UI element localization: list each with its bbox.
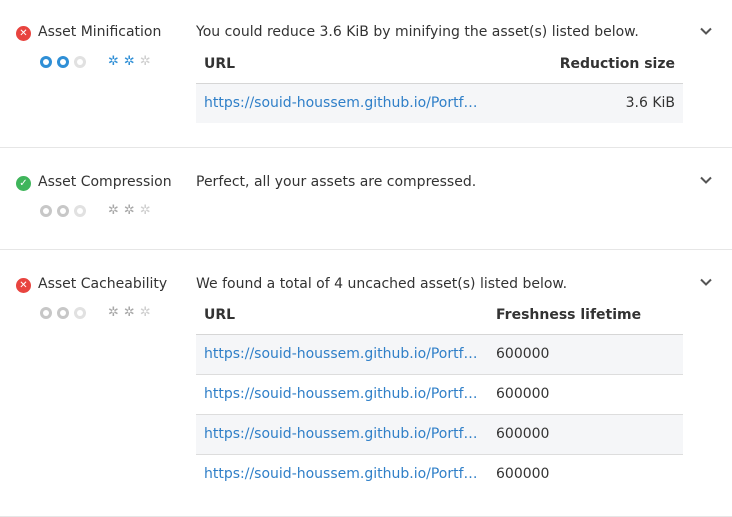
asset-url-link[interactable]: https://souid-houssem.github.io/Portfol.… xyxy=(204,426,480,442)
gear-icon: ✲ xyxy=(139,54,151,69)
audit-asset-compression: ✓ Asset Compression ✲ ✲ ✲ Perfect, all y… xyxy=(0,148,732,250)
audit-title: Asset Cacheability xyxy=(38,276,168,292)
audit-metrics: ✲ ✲ ✲ xyxy=(40,54,156,69)
x-circle-icon: ✕ xyxy=(16,26,31,41)
audit-title: Asset Compression xyxy=(38,174,172,190)
target-icon xyxy=(40,56,52,68)
target-icon xyxy=(40,205,52,217)
audit-asset-minification: ✕ Asset Minification ✲ ✲ ✲ You could red… xyxy=(0,0,732,148)
table-row: https://souid-houssem.github.io/Portfol.… xyxy=(196,334,683,375)
column-header-url: URL xyxy=(196,45,488,84)
table-row: https://souid-houssem.github.io/Portfol.… xyxy=(196,454,683,494)
chevron-down-icon[interactable] xyxy=(698,23,714,39)
target-icon xyxy=(74,56,86,68)
gear-icon: ✲ xyxy=(108,305,119,320)
audit-asset-cacheability: ✕ Asset Cacheability ✲ ✲ ✲ We found a to… xyxy=(0,250,732,517)
target-icon xyxy=(74,205,86,217)
chevron-down-icon[interactable] xyxy=(698,172,714,188)
x-circle-icon: ✕ xyxy=(16,278,31,293)
gear-icon: ✲ xyxy=(123,54,135,69)
audit-description: You could reduce 3.6 KiB by minifying th… xyxy=(196,24,639,40)
freshness-lifetime-value: 600000 xyxy=(488,414,683,455)
audit-description: We found a total of 4 uncached asset(s) … xyxy=(196,276,568,292)
reduction-size-value: 3.6 KiB xyxy=(488,83,683,123)
asset-url-link[interactable]: https://souid-houssem.github.io/Portfol.… xyxy=(204,95,480,111)
asset-url-link[interactable]: https://souid-houssem.github.io/Portfol.… xyxy=(204,346,480,362)
table-row: https://souid-houssem.github.io/Portfol.… xyxy=(196,414,683,455)
target-icon xyxy=(57,205,69,217)
audit-table: URL Reduction size https://souid-houssem… xyxy=(196,45,683,123)
asset-url-link[interactable]: https://souid-houssem.github.io/Portfol.… xyxy=(204,386,480,402)
asset-url-link[interactable]: https://souid-houssem.github.io/Portfol.… xyxy=(204,466,480,482)
column-header-url: URL xyxy=(196,296,488,335)
audit-metrics: ✲ ✲ ✲ xyxy=(40,305,156,320)
gear-icon: ✲ xyxy=(108,203,119,218)
gear-icon: ✲ xyxy=(139,203,151,218)
table-header: URL Reduction size xyxy=(196,45,683,84)
freshness-lifetime-value: 600000 xyxy=(496,466,550,483)
column-header-freshness-lifetime: Freshness lifetime xyxy=(488,296,683,335)
gear-icon: ✲ xyxy=(123,203,135,218)
table-row: https://souid-houssem.github.io/Portfol.… xyxy=(196,374,683,415)
gear-icon: ✲ xyxy=(108,54,119,69)
freshness-lifetime-value: 600000 xyxy=(488,374,683,415)
gear-icon: ✲ xyxy=(139,305,151,320)
chevron-down-icon[interactable] xyxy=(698,274,714,290)
gear-icon: ✲ xyxy=(123,305,135,320)
table-row: https://souid-houssem.github.io/Portfol.… xyxy=(196,83,683,123)
audit-description: Perfect, all your assets are compressed. xyxy=(196,174,477,190)
freshness-lifetime-value: 600000 xyxy=(488,334,683,375)
audit-table: URL Freshness lifetime https://souid-hou… xyxy=(196,296,683,494)
column-header-reduction-size: Reduction size xyxy=(488,45,683,84)
check-circle-icon: ✓ xyxy=(16,176,31,191)
table-header: URL Freshness lifetime xyxy=(196,296,683,335)
target-icon xyxy=(40,307,52,319)
audit-metrics: ✲ ✲ ✲ xyxy=(40,203,156,218)
target-icon xyxy=(74,307,86,319)
target-icon xyxy=(57,56,69,68)
audit-title: Asset Minification xyxy=(38,24,162,40)
target-icon xyxy=(57,307,69,319)
